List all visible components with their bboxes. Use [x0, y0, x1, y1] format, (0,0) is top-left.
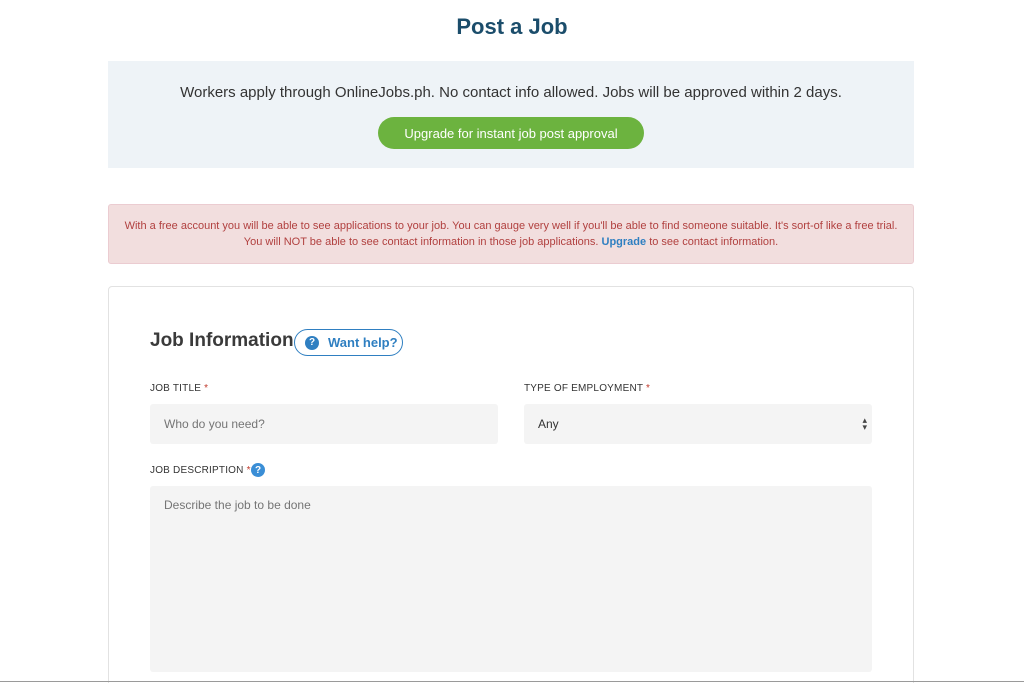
upgrade-link[interactable]: Upgrade [602, 236, 647, 248]
viewport-bottom-divider [0, 681, 1024, 682]
alert-line-2-start: You will NOT be able to see contact info… [243, 236, 599, 248]
question-circle-icon[interactable]: ? [251, 463, 265, 477]
job-title-input[interactable] [150, 404, 498, 444]
employment-type-value: Any [538, 417, 559, 431]
employment-type-label-text: TYPE OF EMPLOYMENT [524, 383, 643, 394]
job-description-label-text: JOB DESCRIPTION [150, 465, 244, 476]
job-description-label: JOB DESCRIPTION * [150, 465, 251, 476]
job-description-textarea[interactable] [150, 486, 872, 672]
up-down-chevron-icon: ▴ ▾ [862, 415, 867, 432]
section-title: Job Information [150, 330, 294, 351]
job-information-card: Job Information ? Want help? JOB TITLE *… [108, 286, 914, 683]
alert-line-2-end: to see contact information. [649, 236, 779, 248]
job-title-label-text: JOB TITLE [150, 383, 202, 394]
info-text: Workers apply through OnlineJobs.ph. No … [180, 84, 842, 101]
alert-line-2: You will NOT be able to see contact info… [109, 234, 913, 250]
free-account-alert: With a free account you will be able to … [108, 204, 914, 264]
info-panel: Workers apply through OnlineJobs.ph. No … [108, 61, 914, 168]
employment-type-select[interactable]: Any ▴ ▾ [524, 404, 872, 444]
page-title: Post a Job [456, 14, 568, 39]
upgrade-instant-approval-button[interactable]: Upgrade for instant job post approval [378, 117, 644, 149]
alert-line-1: With a free account you will be able to … [124, 220, 898, 232]
want-help-button[interactable]: ? Want help? [294, 329, 403, 356]
question-circle-icon: ? [305, 335, 319, 350]
want-help-label: Want help? [328, 335, 398, 350]
employment-type-label: TYPE OF EMPLOYMENT * [524, 383, 650, 394]
required-asterisk: * [204, 383, 209, 394]
job-title-label: JOB TITLE * [150, 383, 208, 394]
required-asterisk: * [645, 383, 651, 394]
